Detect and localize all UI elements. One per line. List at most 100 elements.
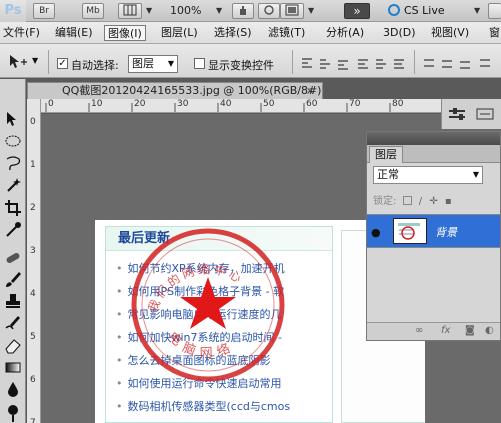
align-bottom-icon[interactable] <box>336 56 350 70</box>
distribute-bottom-icon[interactable] <box>458 56 472 70</box>
menu-3d[interactable]: 3D(D) <box>380 25 419 41</box>
bandage-icon <box>6 253 20 263</box>
ruler-label: 50 <box>263 99 275 109</box>
lock-position-icon[interactable]: ✛ <box>429 196 437 207</box>
layer-row-background[interactable]: ● 背景 <box>367 214 500 248</box>
show-transform-checkbox[interactable] <box>194 58 205 69</box>
hand-tool-button[interactable] <box>232 3 254 19</box>
lock-transparent-icon[interactable] <box>402 196 412 205</box>
layers-panel-footer: ∞ fx ◙ ◐ <box>367 322 500 340</box>
clone-stamp-tool-button[interactable] <box>2 291 24 312</box>
ruler-vertical[interactable]: 0 1 2 3 4 5 6 7 <box>27 99 41 423</box>
layer-thumbnail <box>393 218 427 244</box>
article-list: 如何节约XP系统内存，加速开机 如何用PS制作彩色格子背景 - 软 常见影响电脑… <box>106 251 332 418</box>
zoom-level[interactable]: 100% <box>170 3 201 19</box>
lock-all-icon[interactable]: ▪ <box>445 196 452 207</box>
close-icon[interactable]: × <box>306 84 314 99</box>
add-mask-icon[interactable]: ◙ <box>465 325 475 336</box>
align-left-icon[interactable] <box>356 56 370 70</box>
chevron-down-icon[interactable]: ▼ <box>32 56 38 65</box>
crop-tool-button[interactable] <box>2 197 24 218</box>
arrange-documents-button[interactable] <box>280 3 304 19</box>
gradient-tool-button[interactable] <box>2 357 24 378</box>
layer-name: 背景 <box>435 226 457 239</box>
document-title: QQ截图20120424165533.jpg @ 100%(RGB/8#) * <box>62 84 323 97</box>
mini-bridge-button[interactable]: Mb <box>82 3 104 19</box>
ruler-horizontal[interactable]: 0 10 20 30 40 50 60 70 80 <box>41 99 501 113</box>
distribute-top-icon[interactable] <box>422 56 436 70</box>
chevron-down-icon[interactable]: ▼ <box>146 3 152 19</box>
magic-wand-tool-button[interactable] <box>2 175 24 196</box>
menu-analysis[interactable]: 分析(A) <box>323 25 367 41</box>
auto-select-checkbox[interactable]: ✓ <box>57 58 68 69</box>
align-right-icon[interactable] <box>392 56 406 70</box>
chevron-down-icon[interactable]: ▼ <box>308 3 314 19</box>
lock-row: 锁定: / ✛ ▪ <box>373 192 452 207</box>
healing-brush-tool-button[interactable] <box>2 247 24 268</box>
menu-window[interactable]: 窗口 <box>486 25 501 41</box>
move-tool-icon[interactable] <box>8 54 28 73</box>
align-vertical-center-icon[interactable] <box>318 56 332 70</box>
layers-panel: 图层 正常 ▼ 锁定: / ✛ ▪ ● 背景 ∞ fx ◙ ◐ <box>366 131 501 341</box>
expand-workspace-button[interactable]: » <box>344 3 370 19</box>
rotate-view-button[interactable] <box>258 3 280 19</box>
hand-icon <box>240 6 246 15</box>
ruler-label: 1 <box>30 160 36 170</box>
visibility-eye-icon[interactable]: ● <box>371 226 381 239</box>
eraser-icon <box>5 339 21 354</box>
eraser-tool-button[interactable] <box>2 335 24 356</box>
cs-live-button[interactable]: CS Live <box>388 2 468 20</box>
brush-tool-button[interactable] <box>2 269 24 290</box>
view-extras-button[interactable] <box>118 3 142 19</box>
bridge-button[interactable]: Br <box>33 3 55 19</box>
lock-label: 锁定: <box>373 196 397 207</box>
blur-tool-button[interactable] <box>2 379 24 400</box>
drop-icon <box>8 382 18 397</box>
panel-title-bar[interactable] <box>367 132 500 145</box>
tab-layers[interactable]: 图层 <box>369 146 403 163</box>
stamp-icon <box>6 294 20 308</box>
ruler-label: 5 <box>30 332 36 342</box>
latest-updates-heading: 最后更新 <box>106 227 332 251</box>
ruler-label: 0 <box>48 99 54 109</box>
menu-edit[interactable]: 编辑(E) <box>52 25 96 41</box>
menu-image[interactable]: 图像(I) <box>104 25 146 41</box>
minimize-button[interactable] <box>488 3 501 19</box>
ruler-label: 30 <box>177 99 189 109</box>
move-tool-button[interactable] <box>2 109 24 130</box>
distribute-left-icon[interactable] <box>478 56 492 70</box>
list-item: 如何用PS制作彩色格子背景 - 软 <box>116 280 332 303</box>
eyedropper-tool-button[interactable] <box>2 219 24 240</box>
panel-collapse-icon[interactable] <box>476 107 494 124</box>
menu-filter[interactable]: 滤镜(T) <box>265 25 308 41</box>
link-layers-icon[interactable]: ∞ <box>415 325 423 336</box>
auto-select-label: 自动选择: <box>71 59 119 72</box>
adjustment-layer-icon[interactable]: ◐ <box>485 325 494 336</box>
menu-view[interactable]: 视图(V) <box>428 25 472 41</box>
chevron-down-icon[interactable]: ▼ <box>216 3 222 19</box>
ruler-label: 10 <box>91 99 103 109</box>
ruler-label: 60 <box>306 99 318 109</box>
lasso-tool-button[interactable] <box>2 153 24 174</box>
auto-select-dropdown[interactable]: 图层 ▼ <box>128 55 178 73</box>
lock-pixels-icon[interactable]: / <box>419 196 422 207</box>
align-horizontal-center-icon[interactable] <box>374 56 388 70</box>
document-tab[interactable]: QQ截图20120424165533.jpg @ 100%(RGB/8#) * … <box>27 82 323 99</box>
menu-select[interactable]: 选择(S) <box>211 25 255 41</box>
gradient-icon <box>5 362 21 373</box>
distribute-center-icon[interactable] <box>440 56 454 70</box>
blend-mode-dropdown[interactable]: 正常 ▼ <box>373 166 483 184</box>
adjustments-icon[interactable] <box>448 107 466 124</box>
history-brush-tool-button[interactable] <box>2 313 24 334</box>
ruler-label: 3 <box>30 246 36 256</box>
dodge-tool-button[interactable] <box>2 401 24 422</box>
align-top-icon[interactable] <box>300 56 314 70</box>
chevron-down-icon[interactable]: ▼ <box>474 3 480 19</box>
marquee-tool-button[interactable] <box>2 131 24 152</box>
separator <box>48 50 49 74</box>
menu-layer[interactable]: 图层(L) <box>158 25 201 41</box>
ruler-label: 80 <box>392 99 404 109</box>
document-tab-bar: QQ截图20120424165533.jpg @ 100%(RGB/8#) * … <box>27 79 501 99</box>
layer-style-icon[interactable]: fx <box>441 325 450 336</box>
menu-file[interactable]: 文件(F) <box>0 25 43 41</box>
